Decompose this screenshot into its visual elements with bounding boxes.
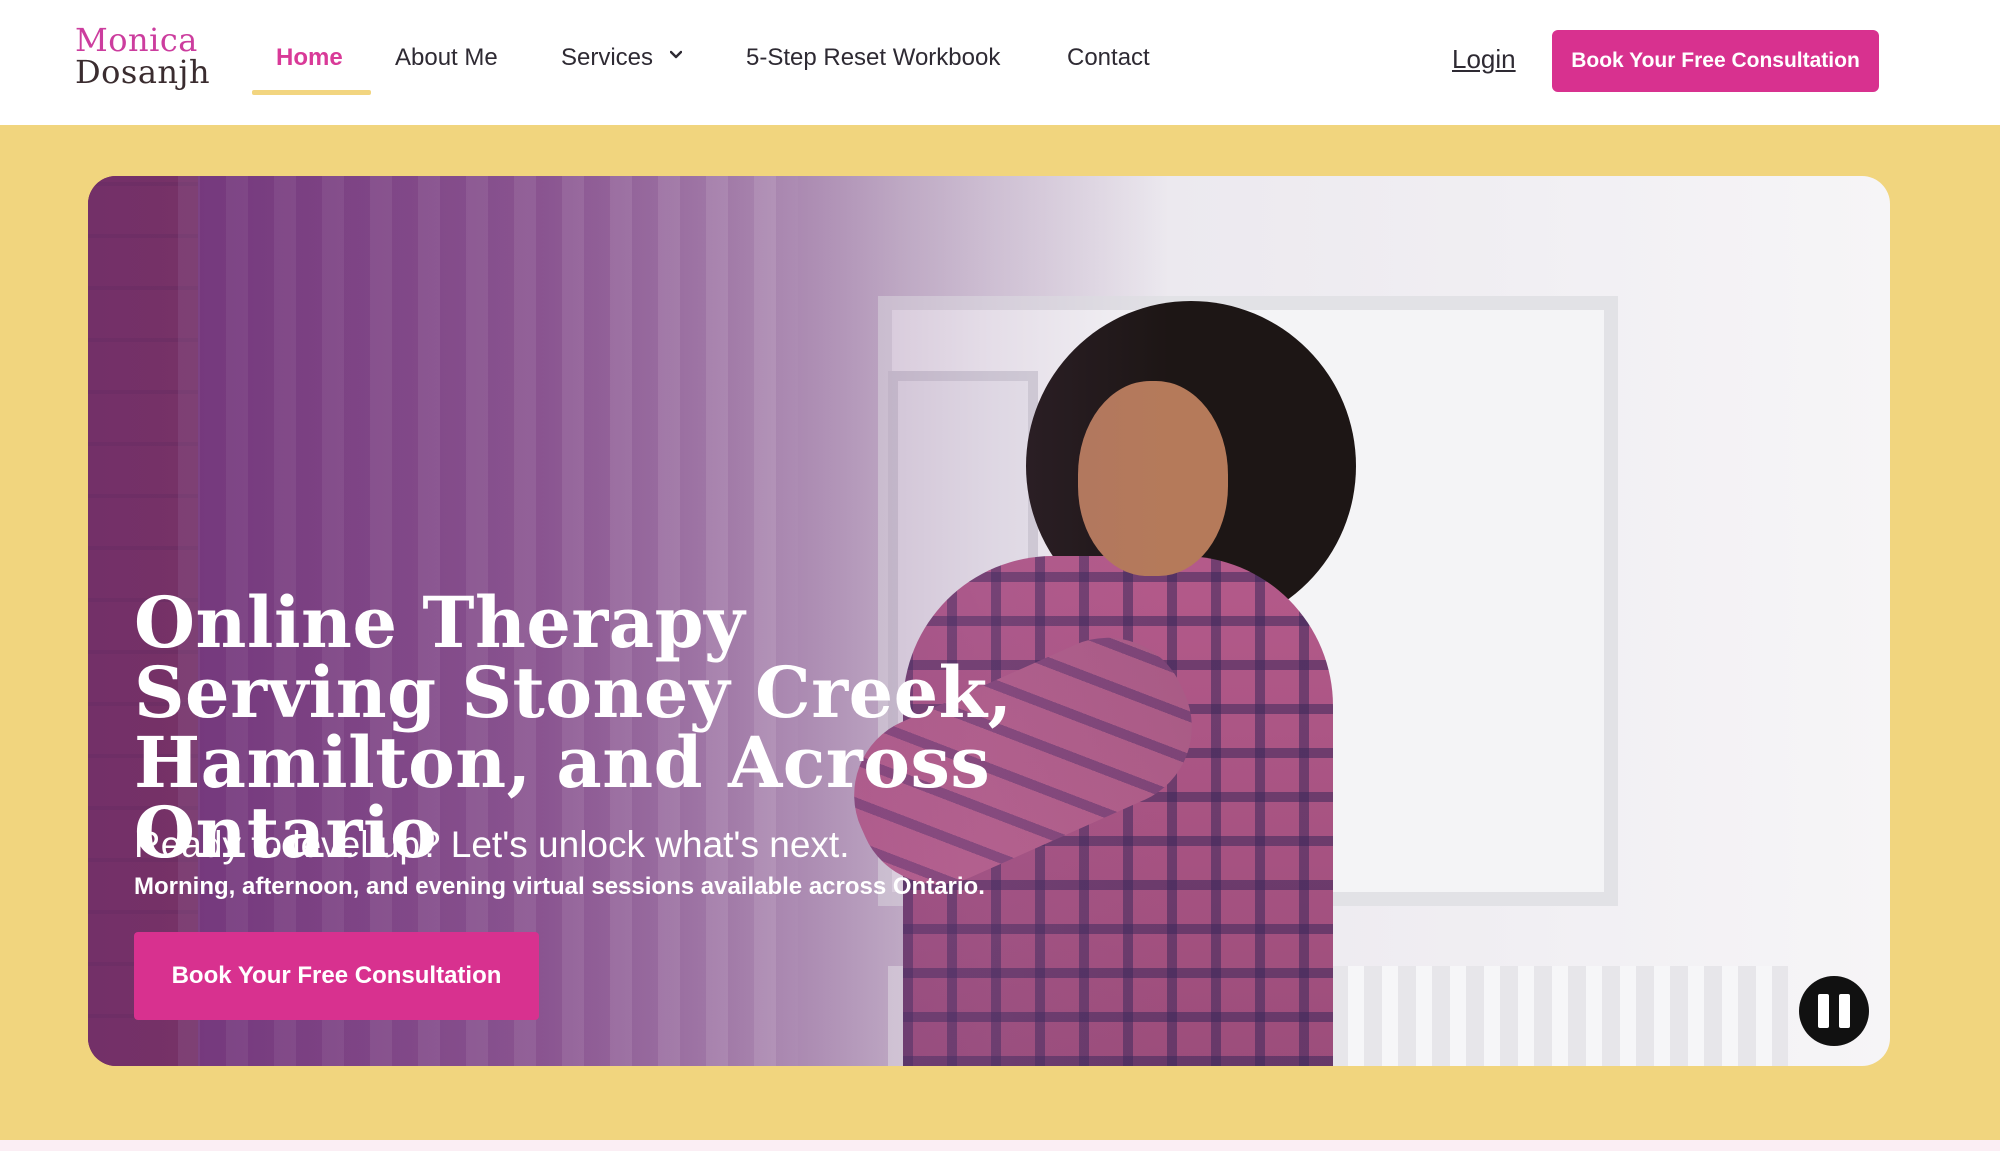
nav-services-label: Services — [561, 44, 654, 71]
nav-contact[interactable]: Contact — [1067, 44, 1150, 72]
nav-services[interactable]: Services — [561, 44, 682, 72]
nav-about-me[interactable]: About Me — [395, 44, 498, 72]
nav-reset-workbook[interactable]: 5-Step Reset Workbook — [746, 44, 1000, 72]
logo-line-1: Monica — [75, 21, 198, 59]
hero-subtitle: Ready to level up? Let's unlock what's n… — [134, 824, 850, 865]
nav-home[interactable]: Home — [276, 44, 343, 72]
login-link[interactable]: Login — [1452, 44, 1516, 75]
next-section-edge — [0, 1140, 2000, 1151]
logo[interactable]: Monica Dosanjh — [75, 24, 210, 88]
book-consultation-hero-button[interactable]: Book Your Free Consultation — [134, 932, 539, 1020]
logo-line-2: Dosanjh — [75, 53, 211, 91]
video-pause-button[interactable] — [1799, 976, 1869, 1046]
hero-availability-note: Morning, afternoon, and evening virtual … — [134, 873, 985, 900]
site-header: Monica Dosanjh Home About Me Services 5-… — [0, 0, 2000, 125]
book-consultation-header-button[interactable]: Book Your Free Consultation — [1552, 30, 1879, 92]
nav-active-indicator — [252, 90, 371, 95]
pause-icon — [1818, 994, 1829, 1028]
hero-video: Online Therapy Serving Stoney Creek, Ham… — [88, 176, 1890, 1066]
chevron-down-icon — [669, 50, 682, 58]
